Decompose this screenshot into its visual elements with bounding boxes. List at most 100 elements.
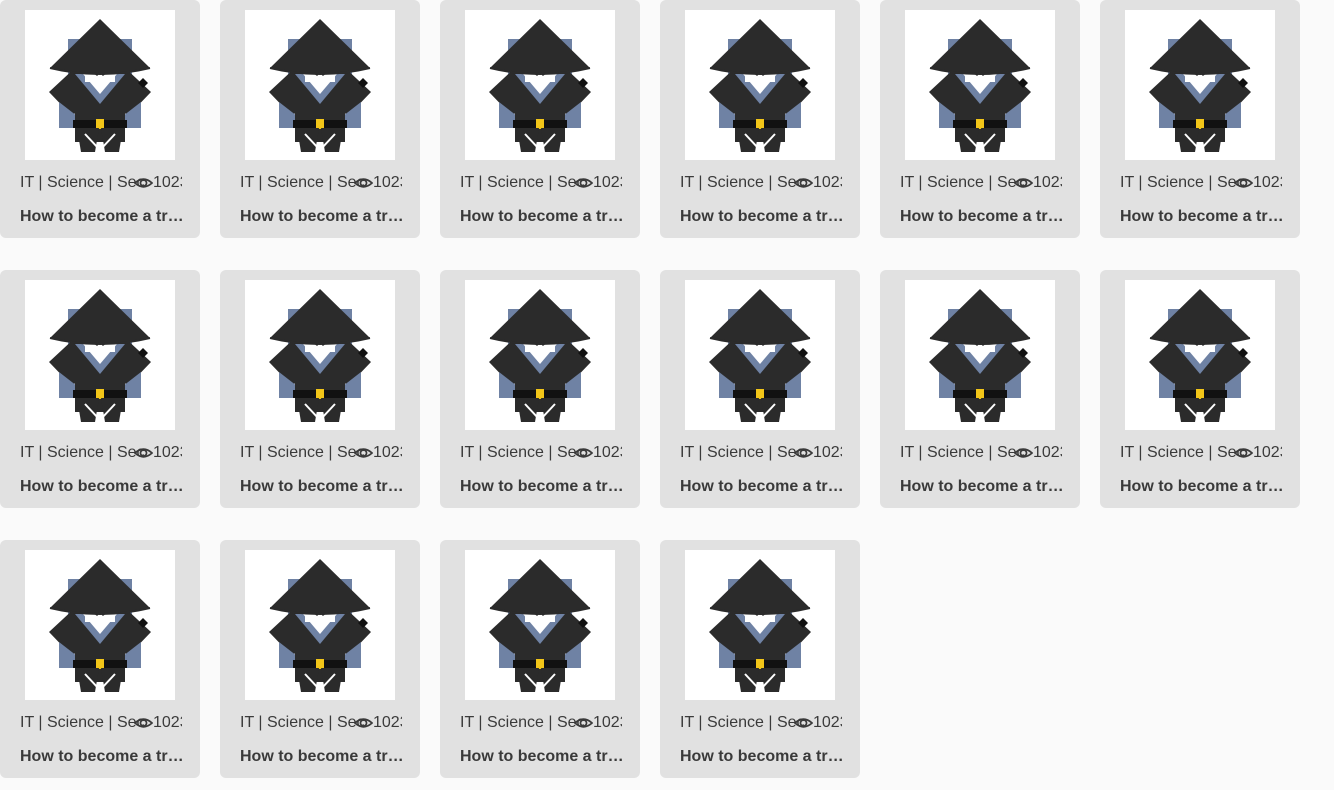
article-title[interactable]: How to become a true developer xyxy=(1120,477,1284,497)
article-categories: IT | Science | Sec xyxy=(1120,174,1244,191)
article-categories: IT | Science | Sec xyxy=(20,174,144,191)
view-count: 1023 xyxy=(353,443,402,463)
hacker-cat-icon xyxy=(49,289,151,422)
hacker-cat-icon xyxy=(1149,19,1251,152)
view-count-value: 1023 xyxy=(373,714,402,731)
view-count: 1023 xyxy=(133,713,182,733)
article-title[interactable]: How to become a true developer xyxy=(460,207,624,227)
view-count-value: 1023 xyxy=(813,444,842,461)
article-title[interactable]: How to become a true developer xyxy=(20,207,184,227)
eye-icon xyxy=(793,443,814,463)
article-meta: IT | Science | Sec 1023 xyxy=(680,713,842,733)
article-title[interactable]: How to become a true developer xyxy=(680,207,844,227)
article-categories: IT | Science | Sec xyxy=(20,444,144,461)
article-thumbnail[interactable] xyxy=(25,10,175,160)
eye-icon xyxy=(353,713,374,733)
view-count: 1023 xyxy=(573,713,622,733)
article-meta: IT | Science | Sec 1023 xyxy=(900,443,1062,463)
article-categories: IT | Science | Sec xyxy=(240,714,364,731)
article-categories: IT | Science | Sec xyxy=(240,174,364,191)
article-thumbnail[interactable] xyxy=(1125,280,1275,430)
view-count-value: 1023 xyxy=(1033,444,1062,461)
article-title[interactable]: How to become a true developer xyxy=(240,477,404,497)
article-card[interactable]: IT | Science | Sec 1023 How to become a … xyxy=(660,270,860,508)
article-title[interactable]: How to become a true developer xyxy=(1120,207,1284,227)
article-meta: IT | Science | Sec 1023 xyxy=(20,713,182,733)
article-thumbnail[interactable] xyxy=(25,550,175,700)
article-thumbnail[interactable] xyxy=(245,550,395,700)
article-meta: IT | Science | Sec 1023 xyxy=(460,173,622,193)
eye-icon xyxy=(1233,443,1254,463)
article-title[interactable]: How to become a true developer xyxy=(680,747,844,767)
eye-icon xyxy=(1233,173,1254,193)
hacker-cat-icon xyxy=(489,289,591,422)
article-categories: IT | Science | Sec xyxy=(460,714,584,731)
article-categories: IT | Science | Sec xyxy=(240,444,364,461)
article-card[interactable]: IT | Science | Sec 1023 How to become a … xyxy=(220,540,420,778)
article-card[interactable]: IT | Science | Sec 1023 How to become a … xyxy=(880,0,1080,238)
article-meta: IT | Science | Sec 1023 xyxy=(20,443,182,463)
article-title[interactable]: How to become a true developer xyxy=(20,747,184,767)
article-title[interactable]: How to become a true developer xyxy=(240,747,404,767)
article-meta: IT | Science | Sec 1023 xyxy=(240,173,402,193)
hacker-cat-icon xyxy=(709,559,811,692)
article-card[interactable]: IT | Science | Sec 1023 How to become a … xyxy=(220,0,420,238)
eye-icon xyxy=(573,443,594,463)
hacker-cat-icon xyxy=(489,19,591,152)
view-count-value: 1023 xyxy=(813,714,842,731)
article-categories: IT | Science | Sec xyxy=(1120,444,1244,461)
article-card[interactable]: IT | Science | Sec 1023 How to become a … xyxy=(0,0,200,238)
article-thumbnail[interactable] xyxy=(465,280,615,430)
article-title[interactable]: How to become a true developer xyxy=(680,477,844,497)
hacker-cat-icon xyxy=(1149,289,1251,422)
article-thumbnail[interactable] xyxy=(685,280,835,430)
article-thumbnail[interactable] xyxy=(465,550,615,700)
article-card[interactable]: IT | Science | Sec 1023 How to become a … xyxy=(0,540,200,778)
view-count-value: 1023 xyxy=(153,444,182,461)
article-card[interactable]: IT | Science | Sec 1023 How to become a … xyxy=(1100,270,1300,508)
article-thumbnail[interactable] xyxy=(25,280,175,430)
hacker-cat-icon xyxy=(49,559,151,692)
article-thumbnail[interactable] xyxy=(245,10,395,160)
article-thumbnail[interactable] xyxy=(465,10,615,160)
article-thumbnail[interactable] xyxy=(245,280,395,430)
article-title[interactable]: How to become a true developer xyxy=(240,207,404,227)
eye-icon xyxy=(353,173,374,193)
article-card[interactable]: IT | Science | Sec 1023 How to become a … xyxy=(660,0,860,238)
article-card[interactable]: IT | Science | Sec 1023 How to become a … xyxy=(440,540,640,778)
article-card[interactable]: IT | Science | Sec 1023 How to become a … xyxy=(220,270,420,508)
article-categories: IT | Science | Sec xyxy=(460,444,584,461)
hacker-cat-icon xyxy=(929,289,1031,422)
article-card[interactable]: IT | Science | Sec 1023 How to become a … xyxy=(1100,0,1300,238)
article-title[interactable]: How to become a true developer xyxy=(900,477,1064,497)
view-count-value: 1023 xyxy=(373,444,402,461)
article-card[interactable]: IT | Science | Sec 1023 How to become a … xyxy=(880,270,1080,508)
article-categories: IT | Science | Sec xyxy=(680,714,804,731)
article-categories: IT | Science | Sec xyxy=(900,174,1024,191)
view-count-value: 1023 xyxy=(1253,174,1282,191)
view-count-value: 1023 xyxy=(1253,444,1282,461)
hacker-cat-icon xyxy=(269,559,371,692)
article-thumbnail[interactable] xyxy=(905,10,1055,160)
article-card[interactable]: IT | Science | Sec 1023 How to become a … xyxy=(440,0,640,238)
article-thumbnail[interactable] xyxy=(905,280,1055,430)
view-count-value: 1023 xyxy=(593,174,622,191)
article-card[interactable]: IT | Science | Sec 1023 How to become a … xyxy=(0,270,200,508)
view-count: 1023 xyxy=(793,713,842,733)
eye-icon xyxy=(1013,443,1034,463)
article-card[interactable]: IT | Science | Sec 1023 How to become a … xyxy=(660,540,860,778)
article-thumbnail[interactable] xyxy=(685,10,835,160)
article-title[interactable]: How to become a true developer xyxy=(20,477,184,497)
view-count: 1023 xyxy=(573,173,622,193)
hacker-cat-icon xyxy=(709,289,811,422)
view-count-value: 1023 xyxy=(813,174,842,191)
article-card[interactable]: IT | Science | Sec 1023 How to become a … xyxy=(440,270,640,508)
article-title[interactable]: How to become a true developer xyxy=(460,477,624,497)
eye-icon xyxy=(793,713,814,733)
article-thumbnail[interactable] xyxy=(1125,10,1275,160)
article-categories: IT | Science | Sec xyxy=(680,444,804,461)
article-title[interactable]: How to become a true developer xyxy=(900,207,1064,227)
article-thumbnail[interactable] xyxy=(685,550,835,700)
view-count: 1023 xyxy=(573,443,622,463)
article-title[interactable]: How to become a true developer xyxy=(460,747,624,767)
